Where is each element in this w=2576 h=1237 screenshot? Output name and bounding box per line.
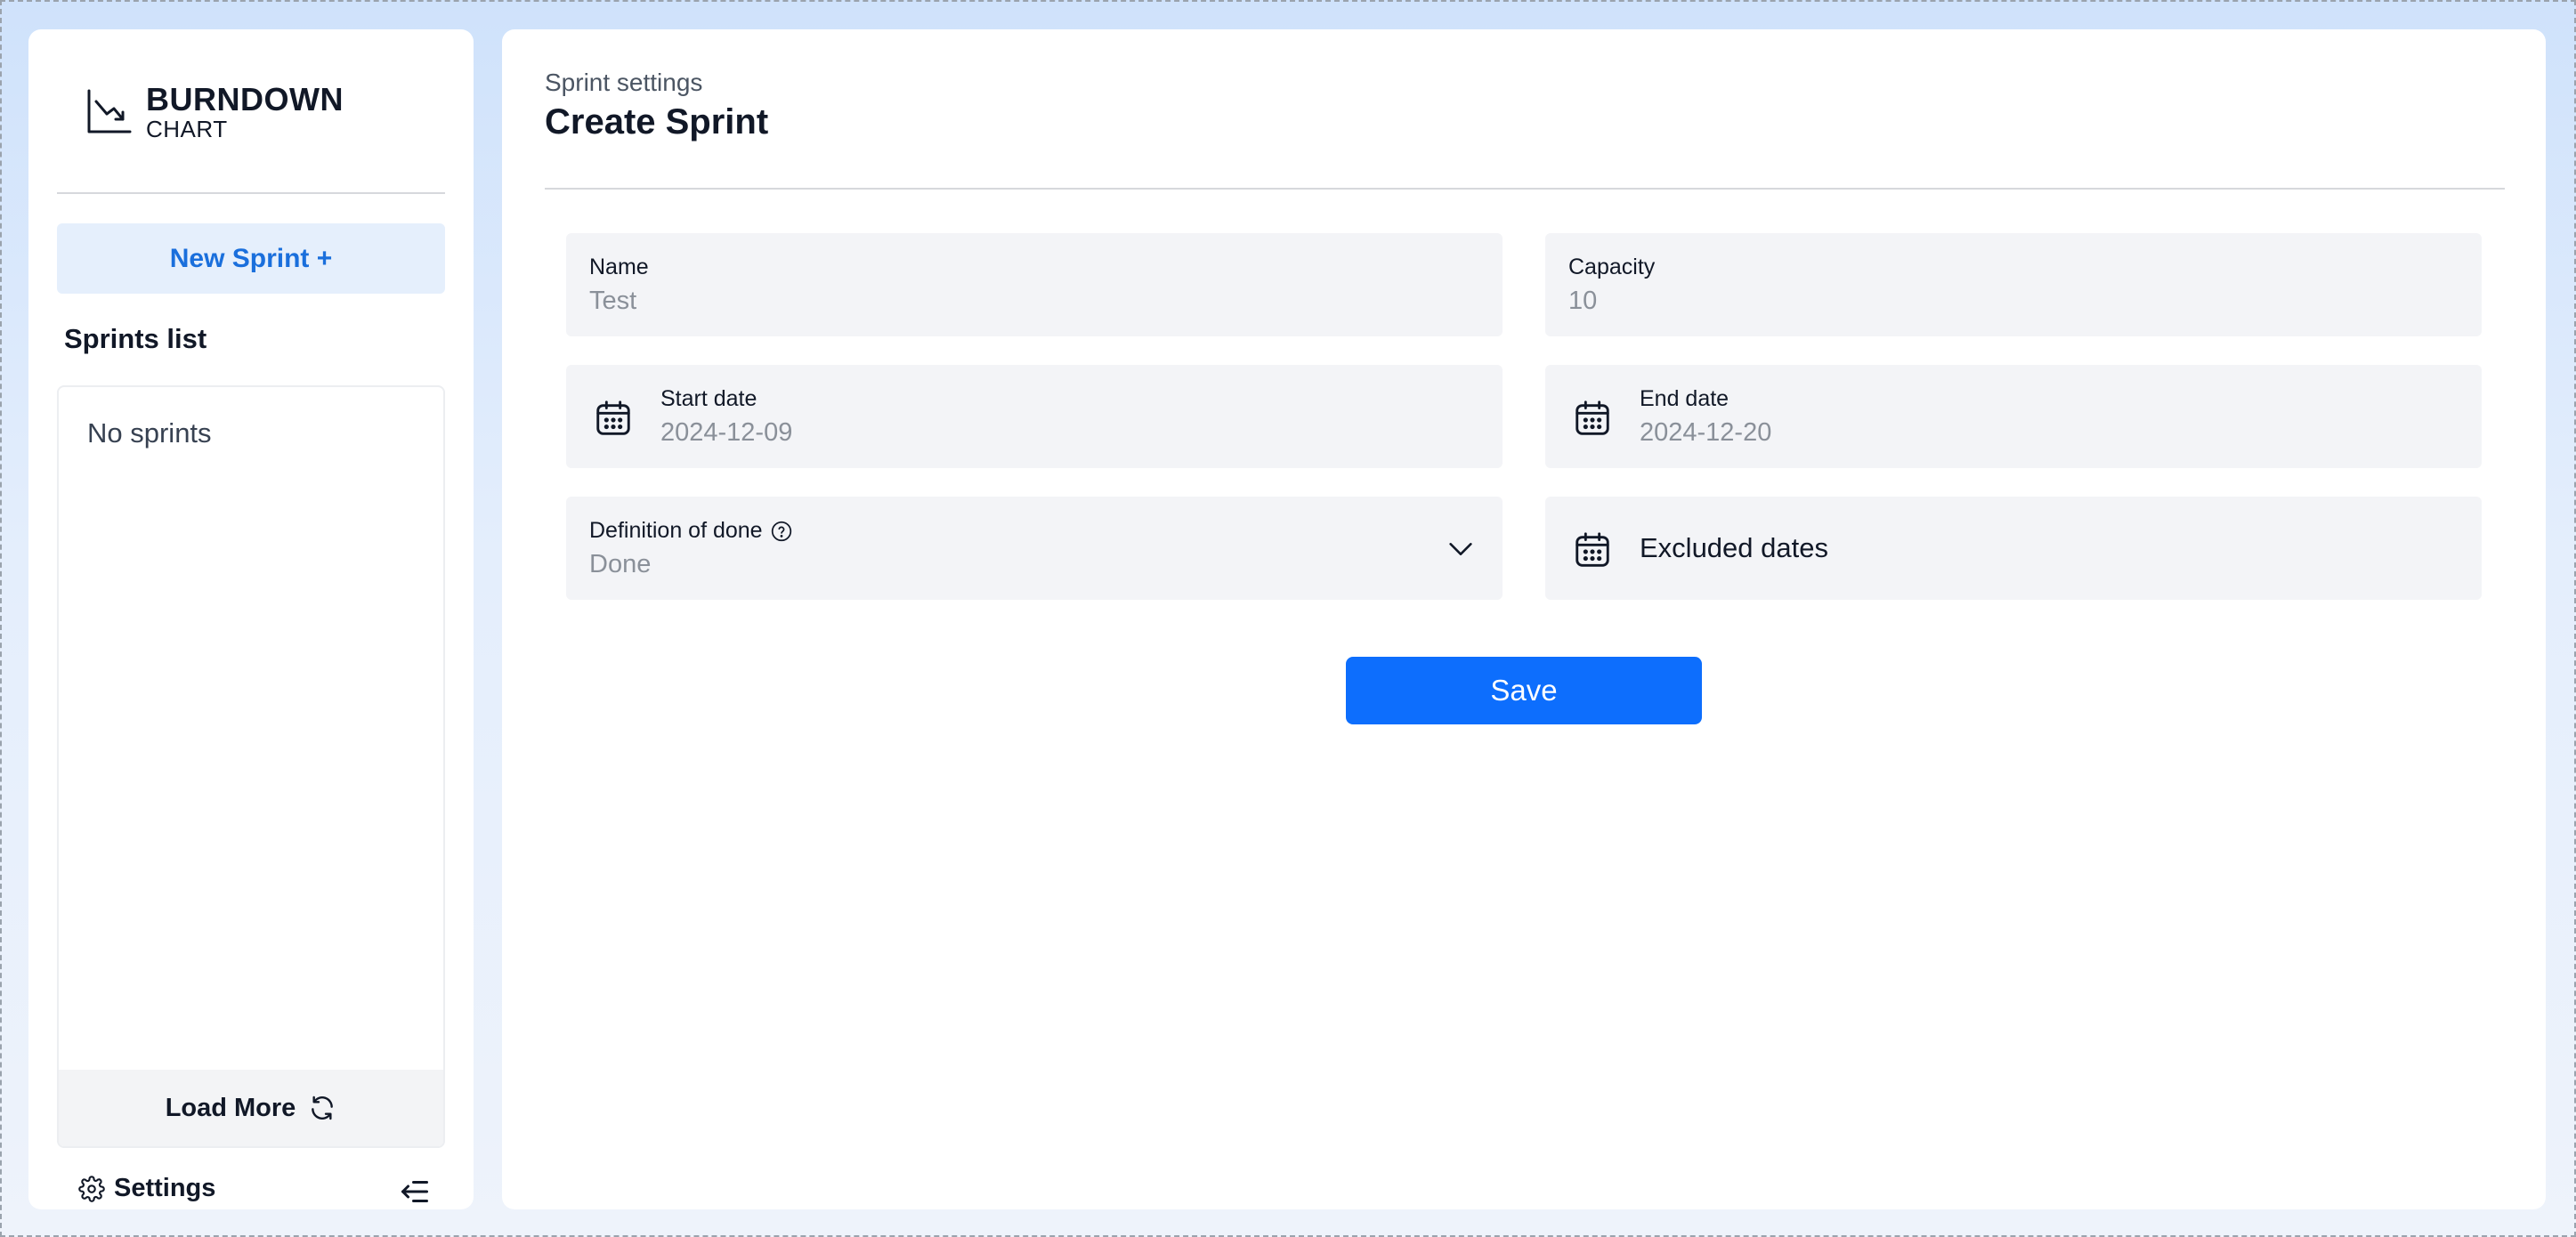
sprints-list[interactable]: No sprints Load More xyxy=(57,385,445,1148)
main-panel: Sprint settings Create Sprint Name Test … xyxy=(502,29,2546,1209)
logo-subtitle: CHART xyxy=(146,116,228,142)
name-label: Name xyxy=(589,255,649,279)
question-circle-icon[interactable] xyxy=(770,520,793,543)
calendar-icon xyxy=(1576,400,1609,435)
collapse-sidebar-icon[interactable] xyxy=(399,1176,431,1208)
definition-of-done-label: Definition of done xyxy=(589,518,763,543)
sprints-list-title: Sprints list xyxy=(64,323,207,354)
gear-icon xyxy=(78,1175,105,1202)
end-date-field[interactable]: End date 2024-12-20 xyxy=(1545,365,2482,468)
refresh-icon xyxy=(312,1096,334,1120)
app-logo[interactable]: BURNDOWN CHART xyxy=(84,72,344,152)
excluded-dates-label: Excluded dates xyxy=(1640,532,1828,563)
chart-down-icon xyxy=(87,89,132,133)
end-date-value: 2024-12-20 xyxy=(1640,418,1772,447)
save-button[interactable]: Save xyxy=(1346,657,1702,724)
definition-of-done-select[interactable]: Definition of done Done xyxy=(566,497,1503,600)
excluded-dates-button[interactable]: Excluded dates xyxy=(1545,497,2482,600)
sidebar: BURNDOWN CHART New Sprint + Sprints list… xyxy=(28,29,474,1209)
settings-label: Settings xyxy=(114,1174,216,1202)
settings-link[interactable]: Settings xyxy=(78,1174,215,1203)
empty-state-text: No sprints xyxy=(87,417,212,449)
page-title: Create Sprint xyxy=(545,102,769,141)
new-sprint-button[interactable]: New Sprint + xyxy=(57,223,445,294)
end-date-label: End date xyxy=(1640,386,1729,411)
capacity-value: 10 xyxy=(1568,287,1598,315)
load-more-label: Load More xyxy=(165,1093,296,1122)
chevron-down-icon xyxy=(1449,543,1472,555)
capacity-field[interactable]: Capacity 10 xyxy=(1545,233,2482,336)
capacity-label: Capacity xyxy=(1568,255,1656,279)
load-more-button[interactable]: Load More xyxy=(59,1070,443,1146)
name-value: Test xyxy=(589,287,637,315)
sidebar-divider xyxy=(57,192,445,194)
definition-of-done-label-row: Definition of done xyxy=(589,518,793,544)
start-date-field[interactable]: Start date 2024-12-09 xyxy=(566,365,1503,468)
name-field[interactable]: Name Test xyxy=(566,233,1503,336)
calendar-icon xyxy=(1576,532,1609,567)
logo-title: BURNDOWN xyxy=(146,81,344,117)
header-divider xyxy=(545,188,2505,190)
start-date-value: 2024-12-09 xyxy=(660,418,793,447)
start-date-label: Start date xyxy=(660,386,757,411)
breadcrumb: Sprint settings xyxy=(545,69,703,96)
calendar-icon xyxy=(596,400,630,435)
definition-of-done-value: Done xyxy=(589,550,652,578)
